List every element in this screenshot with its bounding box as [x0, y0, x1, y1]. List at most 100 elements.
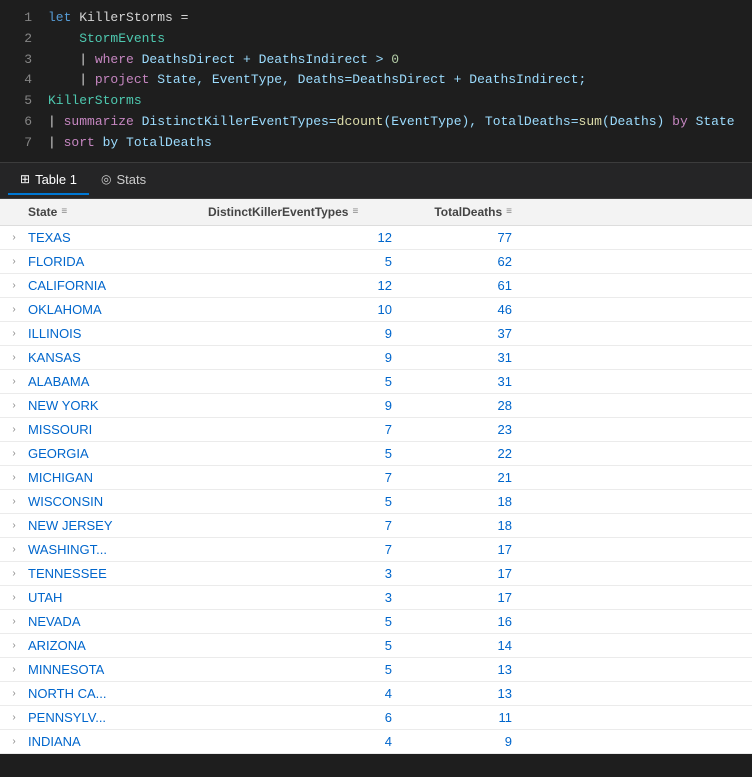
- cell-total: 11: [408, 710, 528, 725]
- table-row[interactable]: ›MISSOURI723: [0, 418, 752, 442]
- tab-table-1[interactable]: ⊞Table 1: [8, 166, 89, 195]
- table-row[interactable]: ›MINNESOTA513: [0, 658, 752, 682]
- code-line-5: 5KillerStorms: [0, 91, 752, 112]
- cell-total: 22: [408, 446, 528, 461]
- cell-distinct: 7: [208, 542, 408, 557]
- expand-arrow[interactable]: ›: [0, 280, 28, 291]
- cell-total: 77: [408, 230, 528, 245]
- col-header-distinct[interactable]: DistinctKillerEventTypes ≡: [208, 205, 408, 219]
- expand-arrow[interactable]: ›: [0, 400, 28, 411]
- expand-arrow[interactable]: ›: [0, 640, 28, 651]
- expand-arrow[interactable]: ›: [0, 328, 28, 339]
- cell-state: ILLINOIS: [28, 326, 208, 341]
- cell-state: ALABAMA: [28, 374, 208, 389]
- expand-arrow[interactable]: ›: [0, 712, 28, 723]
- table-row[interactable]: ›FLORIDA562: [0, 250, 752, 274]
- cell-state: MINNESOTA: [28, 662, 208, 677]
- code-line-4: 4 | project State, EventType, Deaths=Dea…: [0, 70, 752, 91]
- cell-total: 21: [408, 470, 528, 485]
- results-table: State ≡ DistinctKillerEventTypes ≡ Total…: [0, 199, 752, 754]
- table-row[interactable]: ›TENNESSEE317: [0, 562, 752, 586]
- line-number: 3: [8, 50, 32, 71]
- table-row[interactable]: ›ARIZONA514: [0, 634, 752, 658]
- cell-total: 13: [408, 662, 528, 677]
- cell-state: WISCONSIN: [28, 494, 208, 509]
- cell-state: TEXAS: [28, 230, 208, 245]
- cell-distinct: 4: [208, 734, 408, 749]
- table-row[interactable]: ›NEW YORK928: [0, 394, 752, 418]
- cell-distinct: 7: [208, 470, 408, 485]
- expand-arrow[interactable]: ›: [0, 568, 28, 579]
- table-row[interactable]: ›OKLAHOMA1046: [0, 298, 752, 322]
- cell-state: NEVADA: [28, 614, 208, 629]
- expand-arrow[interactable]: ›: [0, 424, 28, 435]
- tab-icon: ◎: [101, 172, 111, 186]
- expand-arrow[interactable]: ›: [0, 688, 28, 699]
- distinct-label: DistinctKillerEventTypes: [208, 205, 348, 219]
- line-content: | project State, EventType, Deaths=Death…: [48, 70, 586, 91]
- table-row[interactable]: ›UTAH317: [0, 586, 752, 610]
- table-row[interactable]: ›NEW JERSEY718: [0, 514, 752, 538]
- line-number: 4: [8, 70, 32, 91]
- expand-arrow[interactable]: ›: [0, 352, 28, 363]
- cell-distinct: 9: [208, 398, 408, 413]
- expand-arrow[interactable]: ›: [0, 496, 28, 507]
- cell-distinct: 9: [208, 326, 408, 341]
- tab-label: Stats: [116, 172, 146, 187]
- cell-total: 37: [408, 326, 528, 341]
- cell-state: WASHINGT...: [28, 542, 208, 557]
- table-row[interactable]: ›ALABAMA531: [0, 370, 752, 394]
- expand-arrow[interactable]: ›: [0, 232, 28, 243]
- col-header-total[interactable]: TotalDeaths ≡: [408, 205, 528, 219]
- cell-state: MICHIGAN: [28, 470, 208, 485]
- code-line-2: 2 StormEvents: [0, 29, 752, 50]
- col-header-state[interactable]: State ≡: [28, 205, 208, 219]
- cell-state: NEW JERSEY: [28, 518, 208, 533]
- cell-total: 46: [408, 302, 528, 317]
- cell-state: UTAH: [28, 590, 208, 605]
- expand-arrow[interactable]: ›: [0, 736, 28, 747]
- expand-arrow[interactable]: ›: [0, 304, 28, 315]
- expand-arrow[interactable]: ›: [0, 544, 28, 555]
- code-line-3: 3 | where DeathsDirect + DeathsIndirect …: [0, 50, 752, 71]
- table-row[interactable]: ›WISCONSIN518: [0, 490, 752, 514]
- cell-distinct: 6: [208, 710, 408, 725]
- table-row[interactable]: ›PENNSYLV...611: [0, 706, 752, 730]
- line-content: KillerStorms: [48, 91, 142, 112]
- table-row[interactable]: ›CALIFORNIA1261: [0, 274, 752, 298]
- cell-distinct: 5: [208, 374, 408, 389]
- cell-total: 9: [408, 734, 528, 749]
- expand-arrow[interactable]: ›: [0, 472, 28, 483]
- expand-arrow[interactable]: ›: [0, 376, 28, 387]
- expand-arrow[interactable]: ›: [0, 592, 28, 603]
- code-editor: 1let KillerStorms =2 StormEvents3 | wher…: [0, 0, 752, 163]
- expand-arrow[interactable]: ›: [0, 664, 28, 675]
- expand-arrow[interactable]: ›: [0, 448, 28, 459]
- table-row[interactable]: ›INDIANA49: [0, 730, 752, 754]
- tab-label: Table 1: [35, 172, 77, 187]
- table-row[interactable]: ›MICHIGAN721: [0, 466, 752, 490]
- code-line-6: 6| summarize DistinctKillerEventTypes=dc…: [0, 112, 752, 133]
- table-row[interactable]: ›TEXAS1277: [0, 226, 752, 250]
- cell-distinct: 7: [208, 422, 408, 437]
- table-row[interactable]: ›WASHINGT...717: [0, 538, 752, 562]
- expand-arrow[interactable]: ›: [0, 520, 28, 531]
- table-row[interactable]: ›ILLINOIS937: [0, 322, 752, 346]
- tab-stats[interactable]: ◎ Stats: [89, 166, 158, 195]
- table-row[interactable]: ›NORTH CA...413: [0, 682, 752, 706]
- cell-distinct: 5: [208, 614, 408, 629]
- table-row[interactable]: ›GEORGIA522: [0, 442, 752, 466]
- cell-total: 17: [408, 542, 528, 557]
- cell-distinct: 12: [208, 230, 408, 245]
- cell-state: MISSOURI: [28, 422, 208, 437]
- line-content: | where DeathsDirect + DeathsIndirect > …: [48, 50, 399, 71]
- line-number: 6: [8, 112, 32, 133]
- table-row[interactable]: ›NEVADA516: [0, 610, 752, 634]
- cell-total: 16: [408, 614, 528, 629]
- cell-state: ARIZONA: [28, 638, 208, 653]
- cell-total: 18: [408, 518, 528, 533]
- expand-arrow[interactable]: ›: [0, 256, 28, 267]
- expand-arrow[interactable]: ›: [0, 616, 28, 627]
- cell-total: 23: [408, 422, 528, 437]
- table-row[interactable]: ›KANSAS931: [0, 346, 752, 370]
